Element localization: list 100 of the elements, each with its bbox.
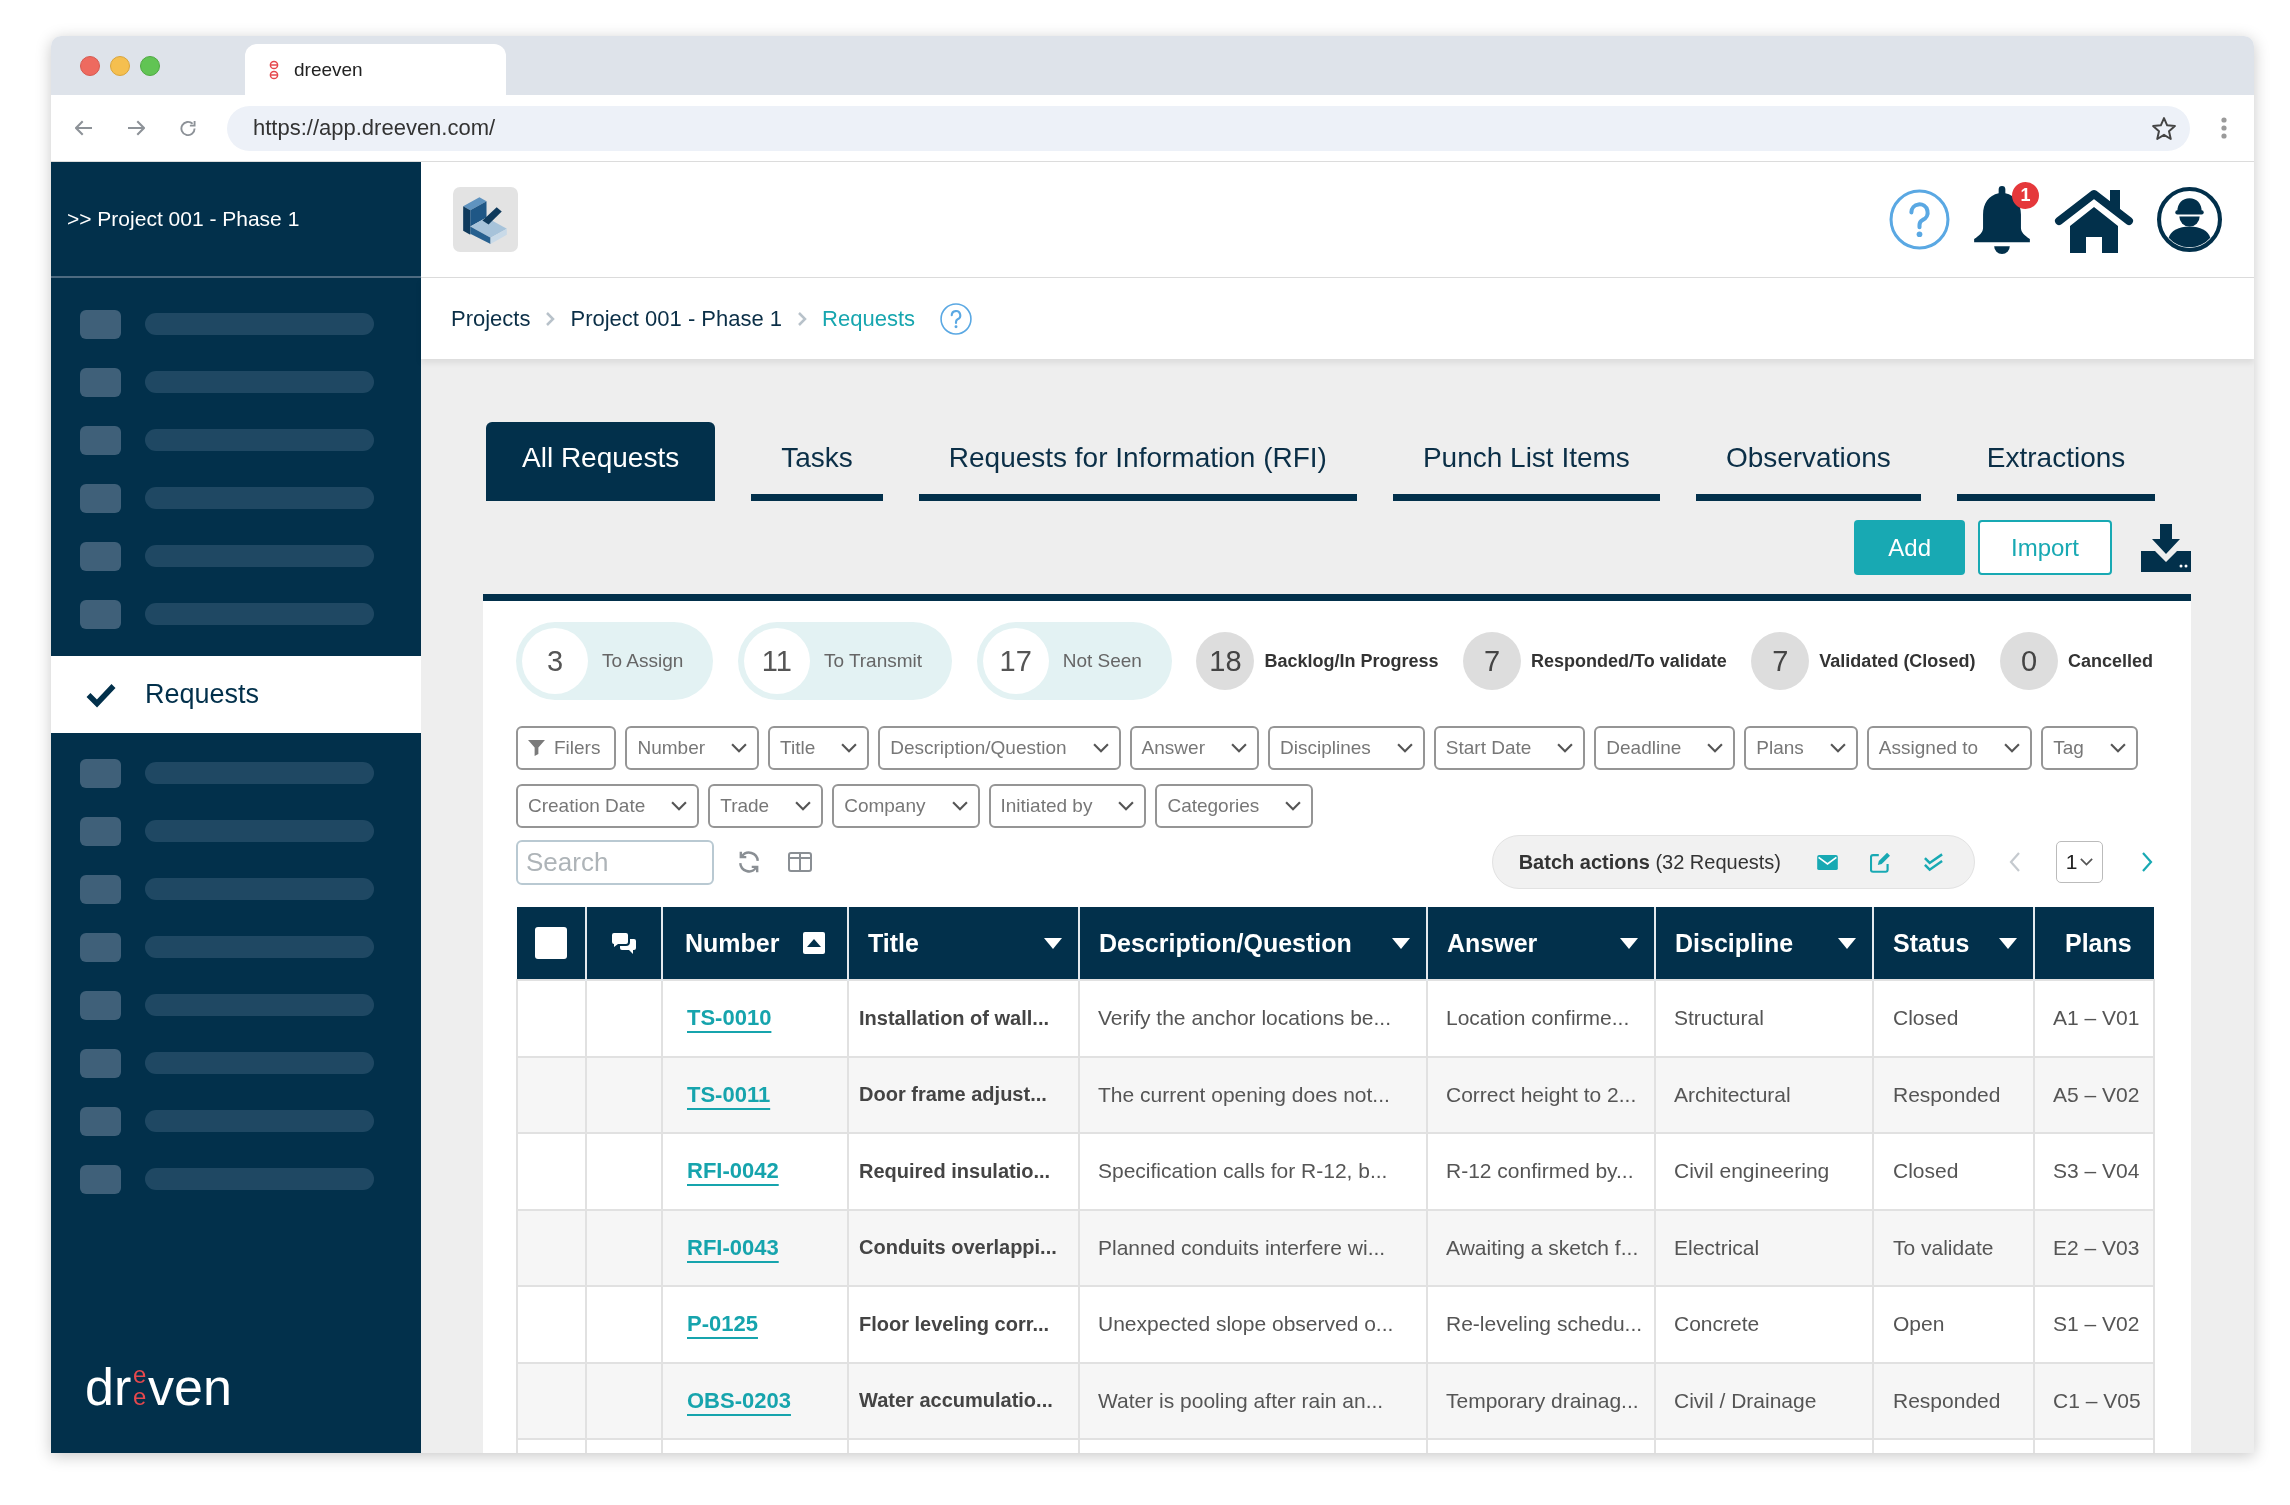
column-header[interactable]: Discipline bbox=[1655, 907, 1873, 980]
star-icon[interactable] bbox=[2152, 116, 2176, 140]
tab[interactable]: Observations bbox=[1695, 422, 1921, 501]
refresh-icon[interactable] bbox=[738, 850, 760, 874]
edit-icon[interactable] bbox=[1870, 851, 1891, 873]
table-cell: Required insulatio... bbox=[848, 1133, 1079, 1210]
status-label: Responded/To validate bbox=[1531, 650, 1727, 672]
filter-dropdown[interactable]: Assigned to bbox=[1866, 726, 2033, 770]
status-filter-chip[interactable]: 17 Not Seen bbox=[976, 622, 1172, 700]
tab[interactable]: All Requests bbox=[486, 422, 716, 501]
caret-down-icon[interactable] bbox=[1838, 937, 1856, 949]
tab[interactable]: Tasks bbox=[751, 422, 883, 501]
more-options-icon[interactable] bbox=[2221, 117, 2227, 139]
placeholder-icon bbox=[80, 483, 121, 513]
outline-button[interactable]: Import bbox=[1978, 520, 2112, 575]
filter-dropdown[interactable]: Company bbox=[832, 784, 980, 828]
search-field[interactable]: Search bbox=[516, 839, 714, 885]
status-label: Not Seen bbox=[1062, 650, 1142, 672]
download-icon[interactable] bbox=[2141, 523, 2191, 572]
help-icon[interactable] bbox=[940, 302, 972, 335]
primary-button[interactable]: Add bbox=[1854, 520, 1965, 575]
chevron-down-icon bbox=[1092, 743, 1109, 753]
chevron-down-icon bbox=[1118, 801, 1135, 811]
bell-icon[interactable] bbox=[1973, 185, 2031, 254]
column-header[interactable]: Status bbox=[1873, 907, 2034, 980]
chevron-down-icon bbox=[1829, 743, 1846, 753]
filter-dropdown[interactable]: Start Date bbox=[1433, 726, 1586, 770]
placeholder-icon bbox=[80, 816, 121, 846]
placeholder-icon bbox=[80, 1164, 121, 1194]
request-link[interactable]: TS-0011 bbox=[687, 1081, 771, 1107]
table-cell: Specification calls for R-12, b... bbox=[1079, 1133, 1427, 1210]
help-icon[interactable] bbox=[1889, 189, 1950, 250]
status-filter-chip[interactable]: 11 To Transmit bbox=[737, 622, 953, 700]
table-cell: Responded bbox=[1873, 1056, 2034, 1133]
column-header[interactable]: Description/Question bbox=[1079, 907, 1427, 980]
column-header[interactable]: Answer bbox=[1427, 907, 1655, 980]
filter-dropdown[interactable]: Tag bbox=[2041, 726, 2138, 770]
status-filter-chip[interactable]: 3 To Assign bbox=[516, 622, 714, 700]
tab[interactable]: Requests for Information (RFI) bbox=[918, 422, 1357, 501]
count-badge: 11 bbox=[743, 628, 810, 694]
table-cell: Architectural bbox=[1655, 1056, 1873, 1133]
filter-dropdown[interactable]: Creation Date bbox=[516, 784, 700, 828]
caret-down-icon[interactable] bbox=[1999, 937, 2017, 949]
filter-dropdown[interactable]: Deadline bbox=[1594, 726, 1736, 770]
sidebar-item[interactable]: Requests bbox=[51, 656, 421, 733]
caret-down-icon[interactable] bbox=[1044, 937, 1062, 949]
column-header[interactable]: Plans bbox=[2034, 907, 2154, 980]
breadcrumb-link[interactable]: Projects bbox=[451, 305, 531, 332]
filters-button[interactable]: Filers bbox=[516, 726, 617, 770]
filter-dropdown[interactable]: Description/Question bbox=[878, 726, 1121, 770]
tab[interactable]: Extractions bbox=[1956, 422, 2156, 501]
avatar-icon[interactable] bbox=[2157, 187, 2222, 252]
caret-down-icon[interactable] bbox=[1620, 937, 1638, 949]
chevron-down-icon bbox=[2004, 743, 2021, 753]
mail-icon[interactable] bbox=[1817, 854, 1838, 870]
filter-dropdown[interactable]: Trade bbox=[708, 784, 824, 828]
breadcrumb-link[interactable]: Project 001 - Phase 1 bbox=[570, 305, 783, 332]
request-link[interactable]: TS-0010 bbox=[687, 1005, 772, 1031]
close-window-button[interactable] bbox=[80, 55, 100, 76]
filter-dropdown[interactable]: Plans bbox=[1744, 726, 1858, 770]
caret-down-icon[interactable] bbox=[1392, 937, 1410, 949]
tab[interactable]: Punch List Items bbox=[1392, 422, 1660, 501]
placeholder-icon bbox=[80, 932, 121, 962]
reload-icon[interactable] bbox=[179, 120, 197, 136]
app-logo-icon[interactable] bbox=[453, 187, 518, 252]
table-cell: To validate bbox=[1873, 1209, 2034, 1286]
chevron-down-icon bbox=[1707, 743, 1724, 753]
browser-tab[interactable]: dreeven bbox=[245, 44, 506, 95]
table-cell: Civil engineering bbox=[1655, 1133, 1873, 1210]
table-cell: Correct height to 2... bbox=[1427, 1056, 1655, 1133]
filter-dropdown[interactable]: Initiated by bbox=[988, 784, 1147, 828]
filter-dropdown[interactable]: Answer bbox=[1129, 726, 1259, 770]
chevron-right-icon[interactable] bbox=[2141, 851, 2153, 873]
maximize-window-button[interactable] bbox=[140, 55, 160, 76]
filter-dropdown[interactable]: Disciplines bbox=[1267, 726, 1425, 770]
forward-icon[interactable] bbox=[127, 120, 145, 136]
select-all-checkbox[interactable] bbox=[535, 927, 567, 959]
table-cell: S1 – V02 bbox=[2034, 1286, 2154, 1363]
request-link[interactable]: OBS-0203 bbox=[687, 1387, 791, 1413]
request-link[interactable]: P-0125 bbox=[687, 1311, 758, 1337]
breadcrumb-link[interactable]: Requests bbox=[822, 305, 915, 332]
request-link[interactable]: RFI-0043 bbox=[687, 1234, 779, 1260]
filter-dropdown[interactable]: Categories bbox=[1155, 784, 1314, 828]
column-header[interactable]: Title bbox=[848, 907, 1079, 980]
filter-dropdown[interactable]: Number bbox=[625, 726, 760, 770]
back-icon[interactable] bbox=[75, 120, 93, 136]
columns-icon[interactable] bbox=[788, 852, 812, 872]
column-header[interactable]: Number bbox=[662, 907, 848, 980]
address-bar[interactable]: https://app.dreeven.com/ bbox=[227, 105, 2190, 151]
table-cell: Civil / Drainage bbox=[1655, 1362, 1873, 1439]
page-select[interactable]: 1 bbox=[2056, 841, 2103, 883]
chevron-right-icon bbox=[797, 310, 808, 327]
request-link[interactable]: RFI-0042 bbox=[687, 1158, 779, 1184]
filter-dropdown[interactable]: Title bbox=[768, 726, 870, 770]
placeholder-icon bbox=[80, 990, 121, 1020]
minimize-window-button[interactable] bbox=[110, 55, 130, 76]
table-cell: Closed bbox=[1873, 980, 2034, 1057]
double-check-icon[interactable] bbox=[1923, 852, 1944, 872]
sort-ascending-icon[interactable] bbox=[803, 932, 825, 954]
comments-icon[interactable] bbox=[612, 932, 636, 954]
